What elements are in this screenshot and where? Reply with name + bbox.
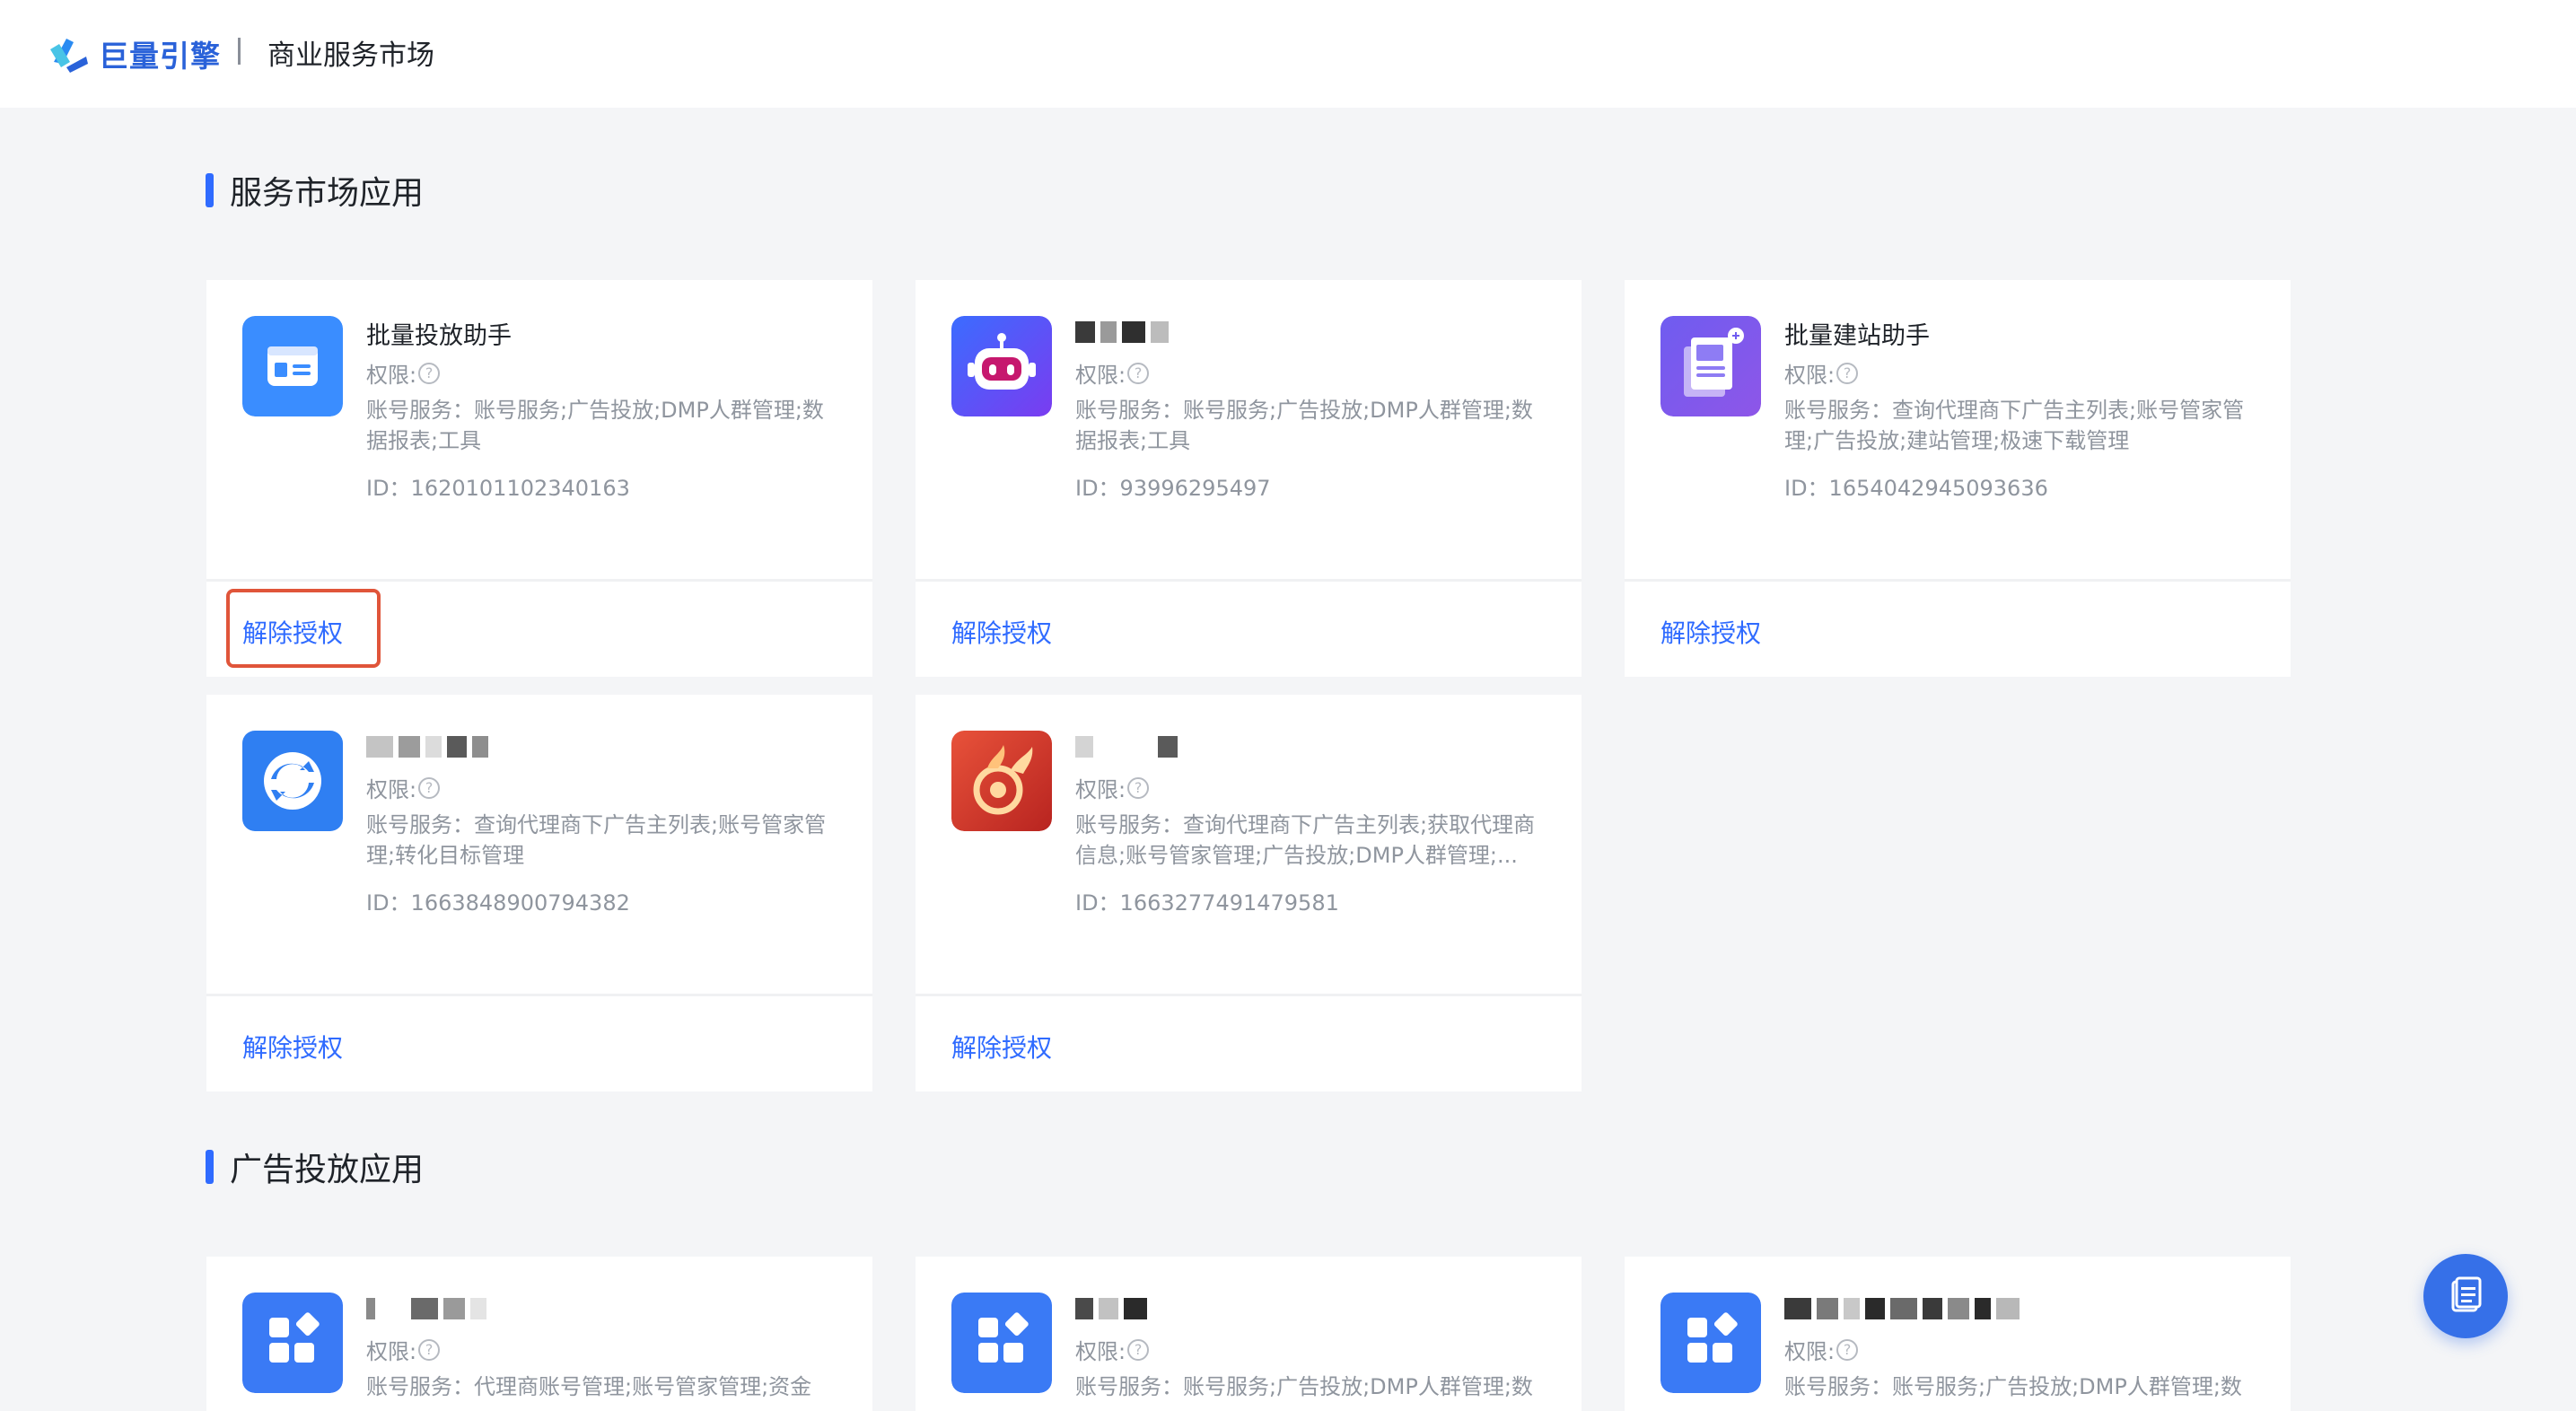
app-card: 批量建站助手 权限: ? 账号服务：查询代理商下广告主列表;账号管家管理;广告投… bbox=[1625, 280, 2291, 677]
permission-text: 权限: bbox=[1075, 1339, 1126, 1364]
app-card-footer: 解除授权 bbox=[206, 582, 872, 677]
app-id: ID：1663277491479581 bbox=[1075, 890, 1339, 916]
redacted-app-name bbox=[1075, 321, 1169, 346]
permission-text: 权限: bbox=[366, 363, 417, 388]
permission-text: 权限: bbox=[1784, 1339, 1836, 1364]
ad-form-icon bbox=[242, 316, 343, 416]
app-id: ID：1620101102340163 bbox=[366, 476, 630, 501]
logo[interactable]: 巨量引擎 bbox=[47, 27, 221, 81]
permission-text: 权限: bbox=[366, 1339, 417, 1364]
header-divider bbox=[238, 38, 241, 65]
permission-label: 权限: ? bbox=[1784, 1334, 1859, 1365]
app-card: 权限: ? 账号服务：代理商账号管理;账号管家管理;资金 bbox=[206, 1257, 872, 1411]
permission-label: 权限: ? bbox=[366, 772, 441, 803]
permission-label: 权限: ? bbox=[366, 1334, 441, 1365]
apps-grid-icon bbox=[242, 1293, 343, 1393]
help-circle-icon[interactable]: ? bbox=[1127, 1338, 1150, 1361]
app-card-body: 权限: ? 账号服务：查询代理商下广告主列表;账号管家管理;转化目标管理 ID：… bbox=[206, 695, 872, 994]
app-card-footer: 解除授权 bbox=[206, 996, 872, 1091]
flame-ring-icon bbox=[951, 731, 1052, 831]
app-card: 批量投放助手 权限: ? 账号服务：账号服务;广告投放;DMP人群管理;数据报表… bbox=[206, 280, 872, 677]
redacted-app-name bbox=[1075, 1298, 1147, 1323]
permission-label: 权限: ? bbox=[1075, 357, 1150, 389]
permission-text: 权限: bbox=[1075, 777, 1126, 802]
app-id: ID：1654042945093636 bbox=[1784, 476, 2048, 501]
apps-grid-icon bbox=[1660, 1293, 1761, 1393]
app-card-body: 权限: ? 账号服务：账号服务;广告投放;DMP人群管理;数据报表;工具 ID：… bbox=[916, 280, 1582, 579]
permission-label: 权限: ? bbox=[1075, 1334, 1150, 1365]
app-card-body: 权限: ? 账号服务：查询代理商下广告主列表;获取代理商信息;账号管家管理;广告… bbox=[916, 695, 1582, 994]
revoke-authorization-link[interactable]: 解除授权 bbox=[242, 614, 343, 650]
help-circle-icon[interactable]: ? bbox=[418, 776, 441, 799]
help-circle-icon[interactable]: ? bbox=[418, 362, 441, 384]
app-scope-description: 账号服务：账号服务;广告投放;DMP人群管理;数 bbox=[1075, 1374, 1533, 1399]
page-title: 商业服务市场 bbox=[267, 39, 434, 72]
floating-document-button[interactable] bbox=[2423, 1254, 2508, 1338]
permission-label: 权限: ? bbox=[366, 357, 441, 389]
help-circle-icon[interactable]: ? bbox=[1836, 1338, 1859, 1361]
app-scope-description: 账号服务：查询代理商下广告主列表;获取代理商信息;账号管家管理;广告投放;DMP… bbox=[1075, 812, 1536, 868]
section-title-text: 广告投放应用 bbox=[230, 1152, 425, 1188]
app-scope-description: 账号服务：账号服务;广告投放;DMP人群管理;数据报表;工具 bbox=[366, 398, 824, 453]
apps-grid-icon bbox=[951, 1293, 1052, 1393]
app-scope-description: 账号服务：查询代理商下广告主列表;账号管家管理;转化目标管理 bbox=[366, 812, 827, 868]
app-scope-description: 账号服务：查询代理商下广告主列表;账号管家管理;广告投放;建站管理;极速下载管理 bbox=[1784, 398, 2245, 453]
app-name: 批量建站助手 bbox=[1784, 322, 1930, 350]
revoke-authorization-link[interactable]: 解除授权 bbox=[951, 614, 1052, 650]
app-card-body: 批量建站助手 权限: ? 账号服务：查询代理商下广告主列表;账号管家管理;广告投… bbox=[1625, 280, 2291, 579]
top-bar: 巨量引擎 商业服务市场 bbox=[0, 0, 2576, 108]
permission-text: 权限: bbox=[1075, 363, 1126, 388]
revoke-authorization-link[interactable]: 解除授权 bbox=[1660, 614, 1761, 650]
app-card: 权限: ? 账号服务：查询代理商下广告主列表;获取代理商信息;账号管家管理;广告… bbox=[916, 695, 1582, 1091]
app-card: 权限: ? 账号服务：账号服务;广告投放;DMP人群管理;数据报表;工具 ID：… bbox=[916, 280, 1582, 677]
help-circle-icon[interactable]: ? bbox=[1127, 776, 1150, 799]
sync-arrows-icon bbox=[242, 731, 343, 831]
redacted-app-name bbox=[1784, 1298, 2020, 1323]
document-stack-icon bbox=[1660, 316, 1761, 416]
app-card-footer: 解除授权 bbox=[916, 996, 1582, 1091]
app-name: 批量投放助手 bbox=[366, 322, 512, 350]
app-id: ID：93996295497 bbox=[1075, 476, 1271, 501]
ocean-engine-logo-icon bbox=[50, 39, 88, 73]
section-title-text: 服务市场应用 bbox=[230, 175, 425, 212]
app-card-body: 批量投放助手 权限: ? 账号服务：账号服务;广告投放;DMP人群管理;数据报表… bbox=[206, 280, 872, 579]
app-scope-description: 账号服务：代理商账号管理;账号管家管理;资金 bbox=[366, 1374, 812, 1399]
app-scope-description: 账号服务：账号服务;广告投放;DMP人群管理;数据报表;工具 bbox=[1075, 398, 1533, 453]
help-circle-icon[interactable]: ? bbox=[1836, 362, 1859, 384]
help-circle-icon[interactable]: ? bbox=[1127, 362, 1150, 384]
redacted-app-name bbox=[366, 736, 488, 761]
section-title-ad-apps: 广告投放应用 bbox=[206, 1147, 425, 1188]
permission-text: 权限: bbox=[1784, 363, 1836, 388]
section-accent-bar bbox=[206, 1150, 214, 1184]
permission-label: 权限: ? bbox=[1075, 772, 1150, 803]
app-card: 权限: ? 账号服务：账号服务;广告投放;DMP人群管理;数 bbox=[1625, 1257, 2291, 1411]
revoke-authorization-link[interactable]: 解除授权 bbox=[242, 1029, 343, 1065]
permission-label: 权限: ? bbox=[1784, 357, 1859, 389]
revoke-authorization-link[interactable]: 解除授权 bbox=[951, 1029, 1052, 1065]
app-card-footer: 解除授权 bbox=[1625, 582, 2291, 677]
help-circle-icon[interactable]: ? bbox=[418, 1338, 441, 1361]
permission-text: 权限: bbox=[366, 777, 417, 802]
section-title-service-apps: 服务市场应用 bbox=[206, 171, 424, 212]
robot-icon bbox=[951, 316, 1052, 416]
document-list-icon bbox=[2451, 1276, 2482, 1312]
logo-text: 巨量引擎 bbox=[99, 39, 221, 74]
app-card-footer: 解除授权 bbox=[916, 582, 1582, 677]
app-scope-description: 账号服务：账号服务;广告投放;DMP人群管理;数 bbox=[1784, 1374, 2242, 1399]
app-id: ID：1663848900794382 bbox=[366, 890, 630, 916]
app-card: 权限: ? 账号服务：查询代理商下广告主列表;账号管家管理;转化目标管理 ID：… bbox=[206, 695, 872, 1091]
app-card: 权限: ? 账号服务：账号服务;广告投放;DMP人群管理;数 bbox=[916, 1257, 1582, 1411]
redacted-app-name bbox=[1075, 736, 1178, 761]
section-accent-bar bbox=[206, 173, 214, 207]
redacted-app-name bbox=[366, 1298, 486, 1323]
